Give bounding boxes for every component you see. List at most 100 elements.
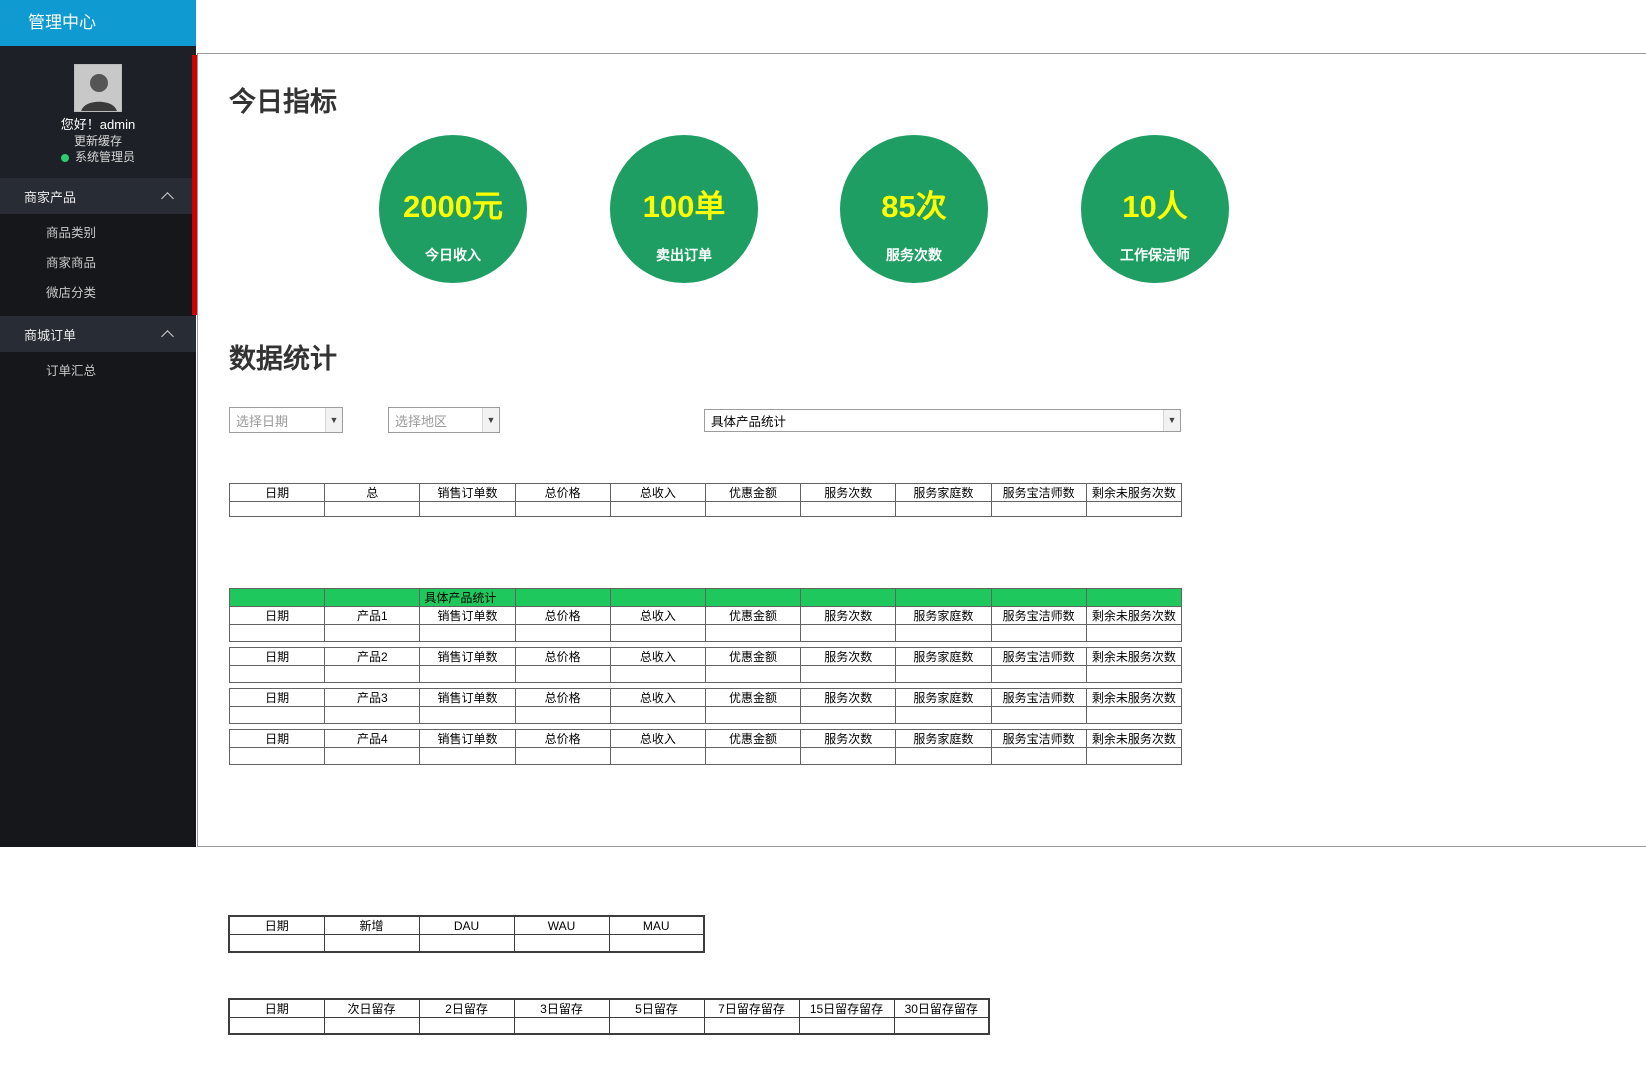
cell: 服务次数 xyxy=(800,606,897,625)
empty-cell xyxy=(703,1016,800,1035)
product-table-1: 具体产品统计 日期 产品1 销售订单数 总价格 总收入 优惠金额 服务次数 服务… xyxy=(228,588,1183,642)
empty-cell xyxy=(609,747,706,765)
metric-label: 卖出订单 xyxy=(656,247,712,263)
product-empty-row xyxy=(228,665,1183,683)
empty-cell xyxy=(704,665,802,683)
cell: 总收入 xyxy=(609,606,706,625)
sidebar-item-merchant-products[interactable]: 商家产品 xyxy=(0,178,196,214)
refresh-cache-link[interactable]: 更新缓存 xyxy=(0,133,196,149)
empty-cell xyxy=(514,747,611,765)
empty-cell xyxy=(514,501,611,517)
empty-cell xyxy=(323,934,420,952)
cell: 总价格 xyxy=(514,606,611,625)
cell: 剩余未服务次数 xyxy=(1085,606,1183,625)
empty-cell xyxy=(228,665,326,683)
empty-cell xyxy=(990,706,1087,724)
summary-empty-row xyxy=(228,501,1183,517)
metric-today-income: 2000元 今日收入 xyxy=(379,135,527,283)
summary-header-row: 日期 总 销售订单数 总价格 总收入 优惠金额 服务次数 服务家庭数 服务宝洁师… xyxy=(228,483,1183,502)
menu-label: 商家产品 xyxy=(24,189,77,205)
header-cell: MAU xyxy=(608,915,705,935)
sidebar-item-merchant-goods[interactable]: 商家商品 xyxy=(0,248,196,278)
product-label-row: 日期 产品1 销售订单数 总价格 总收入 优惠金额 服务次数 服务家庭数 服务宝… xyxy=(228,606,1183,625)
sidebar-item-mall-orders[interactable]: 商城订单 xyxy=(0,316,196,352)
empty-cell xyxy=(1085,706,1183,724)
header-cell: 总收入 xyxy=(609,483,706,502)
filter-row: 选择日期 ▼ 选择地区 ▼ 具体产品统计 ▼ xyxy=(229,407,1646,433)
cell: 服务宝洁师数 xyxy=(990,688,1087,707)
cell: 总价格 xyxy=(514,647,611,666)
sidebar-scrollbar-thumb[interactable] xyxy=(192,55,197,315)
product-empty-row xyxy=(228,624,1183,642)
cell: 产品1 xyxy=(324,606,421,625)
cell: 优惠金额 xyxy=(704,606,802,625)
cell: 总收入 xyxy=(609,647,706,666)
empty-cell xyxy=(514,624,611,642)
metric-value: 10人 xyxy=(1122,189,1188,224)
data-stats-title: 数据统计 xyxy=(229,344,337,374)
header-cell: 服务宝洁师数 xyxy=(990,483,1087,502)
avatar-photo xyxy=(75,65,121,111)
empty-cell xyxy=(228,624,326,642)
header-cell: 服务次数 xyxy=(800,483,897,502)
cell: 总收入 xyxy=(609,729,706,748)
product-label-row: 日期 产品2 销售订单数 总价格 总收入 优惠金额 服务次数 服务家庭数 服务宝… xyxy=(228,647,1183,666)
cell: 服务宝洁师数 xyxy=(990,647,1087,666)
empty-cell xyxy=(609,501,706,517)
empty-cell xyxy=(1085,665,1183,683)
header-cell: 优惠金额 xyxy=(704,483,802,502)
banner-cell xyxy=(895,588,992,607)
chevron-up-icon xyxy=(161,330,174,343)
empty-cell xyxy=(419,624,516,642)
metric-value: 100单 xyxy=(642,189,726,224)
empty-cell xyxy=(895,624,992,642)
empty-cell xyxy=(419,501,516,517)
cell: 总价格 xyxy=(514,729,611,748)
product-table-4: 日期 产品4 销售订单数 总价格 总收入 优惠金额 服务次数 服务家庭数 服务宝… xyxy=(228,729,1183,765)
empty-cell xyxy=(324,665,421,683)
empty-cell xyxy=(419,665,516,683)
empty-cell xyxy=(800,665,897,683)
product-stats-section: 具体产品统计 日期 产品1 销售订单数 总价格 总收入 优惠金额 服务次数 服务… xyxy=(228,588,1646,765)
empty-cell xyxy=(228,747,326,765)
product-label-row: 日期 产品3 销售订单数 总价格 总收入 优惠金额 服务次数 服务家庭数 服务宝… xyxy=(228,688,1183,707)
header-cell: 总 xyxy=(324,483,421,502)
today-metrics-title: 今日指标 xyxy=(229,87,337,117)
empty-cell xyxy=(990,501,1087,517)
sidebar-item-product-category[interactable]: 商品类别 xyxy=(0,218,196,248)
cell: 产品4 xyxy=(324,729,421,748)
empty-cell xyxy=(800,706,897,724)
header-cell: 剩余未服务次数 xyxy=(1085,483,1183,502)
empty-cell xyxy=(228,706,326,724)
empty-cell xyxy=(990,624,1087,642)
banner-cell xyxy=(1085,588,1183,607)
empty-cell xyxy=(419,706,516,724)
cell: 剩余未服务次数 xyxy=(1085,688,1183,707)
empty-cell xyxy=(228,1016,325,1035)
cell: 销售订单数 xyxy=(419,606,516,625)
cell: 服务宝洁师数 xyxy=(990,606,1087,625)
product-empty-row xyxy=(228,747,1183,765)
cell: 服务家庭数 xyxy=(895,688,992,707)
date-select[interactable]: 选择日期 ▼ xyxy=(229,407,343,433)
product-table-3: 日期 产品3 销售订单数 总价格 总收入 优惠金额 服务次数 服务家庭数 服务宝… xyxy=(228,688,1183,724)
metric-circles: 2000元 今日收入 100单 卖出订单 85次 服务次数 10人 工作保洁师 xyxy=(229,135,1646,283)
submenu-mall-orders: 订单汇总 xyxy=(0,352,196,394)
cell: 日期 xyxy=(228,647,326,666)
chevron-down-icon: ▼ xyxy=(325,408,342,432)
cell: 日期 xyxy=(228,688,326,707)
empty-cell xyxy=(514,706,611,724)
menu-label: 商城订单 xyxy=(24,327,77,343)
cell: 服务宝洁师数 xyxy=(990,729,1087,748)
sidebar: 您好！admin 更新缓存 系统管理员 商家产品 商品类别 商家商品 微店分类 … xyxy=(0,46,196,847)
empty-cell xyxy=(323,1016,420,1035)
region-select[interactable]: 选择地区 ▼ xyxy=(388,407,500,433)
empty-cell xyxy=(608,1016,705,1035)
sidebar-item-microstore-category[interactable]: 微店分类 xyxy=(0,278,196,308)
sidebar-item-order-summary[interactable]: 订单汇总 xyxy=(0,356,196,386)
empty-cell xyxy=(608,934,705,952)
product-stats-select-value: 具体产品统计 xyxy=(711,415,787,429)
product-stats-select[interactable]: 具体产品统计 ▼ xyxy=(704,409,1181,432)
region-select-value: 选择地区 xyxy=(395,413,448,429)
cell: 剩余未服务次数 xyxy=(1085,647,1183,666)
